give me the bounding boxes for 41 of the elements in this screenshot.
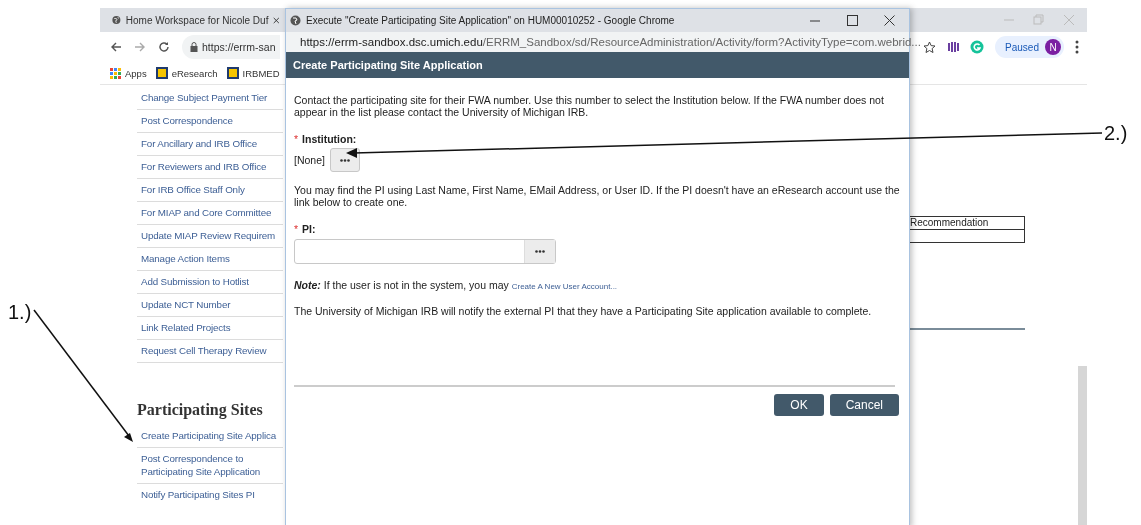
annotation-label: 2.) [1104,122,1128,145]
action-link[interactable]: Notify Participating Sites PI [137,484,283,506]
action-link[interactable]: Manage Action Items [137,248,283,271]
field-label: PI: [302,223,316,235]
action-link[interactable]: Change Subject Payment Tier [137,87,283,110]
action-link[interactable]: Update MIAP Review Requirem [137,225,283,248]
required-mark: * [294,223,299,235]
action-link[interactable]: Post Correspondence to Participating Site Application [137,448,283,484]
ok-button[interactable]: OK [774,394,824,416]
field-label: Institution: [302,133,357,145]
section-heading: Participating Sites [137,401,264,419]
bookmark[interactable]: eResearch [155,67,218,79]
annotation-label: 1.) [8,301,32,324]
profile-button[interactable]: Paused N [995,36,1064,58]
table-cell: Recommendation [909,216,1025,230]
bookmark[interactable]: IRBMED [226,67,280,79]
bookmark[interactable]: Apps [110,67,147,79]
address-bar[interactable]: https://errm-sandbox.dsc.umich.edu/ERRM_Sandbox/sd/ResourceAdministration/Activity/form?ActivityType=com.webrid... [300,36,921,48]
action-link[interactable]: Link Related Projects [137,317,283,340]
action-link[interactable]: For MIAP and Core Committee [137,202,283,225]
action-link[interactable]: For Ancillary and IRB Office [137,133,283,156]
notice-text: The University of Michigan IRB will notify the external PI that they have a Participating Site application available to complete. [294,305,873,317]
action-link[interactable]: For Reviewers and IRB Office [137,156,283,179]
action-link[interactable]: Request Cell Therapy Review [137,340,283,363]
create-account-link[interactable]: Create A New User Account... [511,282,618,291]
action-link[interactable]: Create Participating Site Applica [137,425,283,448]
field-value: [None] [294,154,325,166]
avatar: N [1045,39,1061,55]
note-text: Note: If the user is not in the system, you may Create A New User Account... [294,279,619,293]
action-link[interactable]: Post Correspondence [137,110,283,133]
cancel-button[interactable]: Cancel [829,394,899,416]
instruction-text: Contact the participating site for their FWA number. Use this number to select the Institution below. If the FWA number does not appear in the list please contact the University of Michigan IRB. [294,94,885,118]
required-mark: * [294,133,299,145]
browser-tab[interactable]: Home Workspace for Nicole Duf [100,8,280,32]
dialog-header: Create Participating Site Application [286,52,909,78]
action-link[interactable]: Add Submission to Hotlist [137,271,283,294]
window-title: Execute "Create Participating Site Application" on HUM00010252 - Google Chrome [306,15,675,26]
instruction-text: You may find the PI using Last Name, First Name, EMail Address, or User ID. If the PI doesn't have an eResearch account use the link below to create one. [294,184,901,208]
action-link[interactable]: For IRB Office Staff Only [137,179,283,202]
action-link[interactable]: Update NCT Number [137,294,283,317]
address-bar[interactable]: https://errm-san [182,35,280,59]
